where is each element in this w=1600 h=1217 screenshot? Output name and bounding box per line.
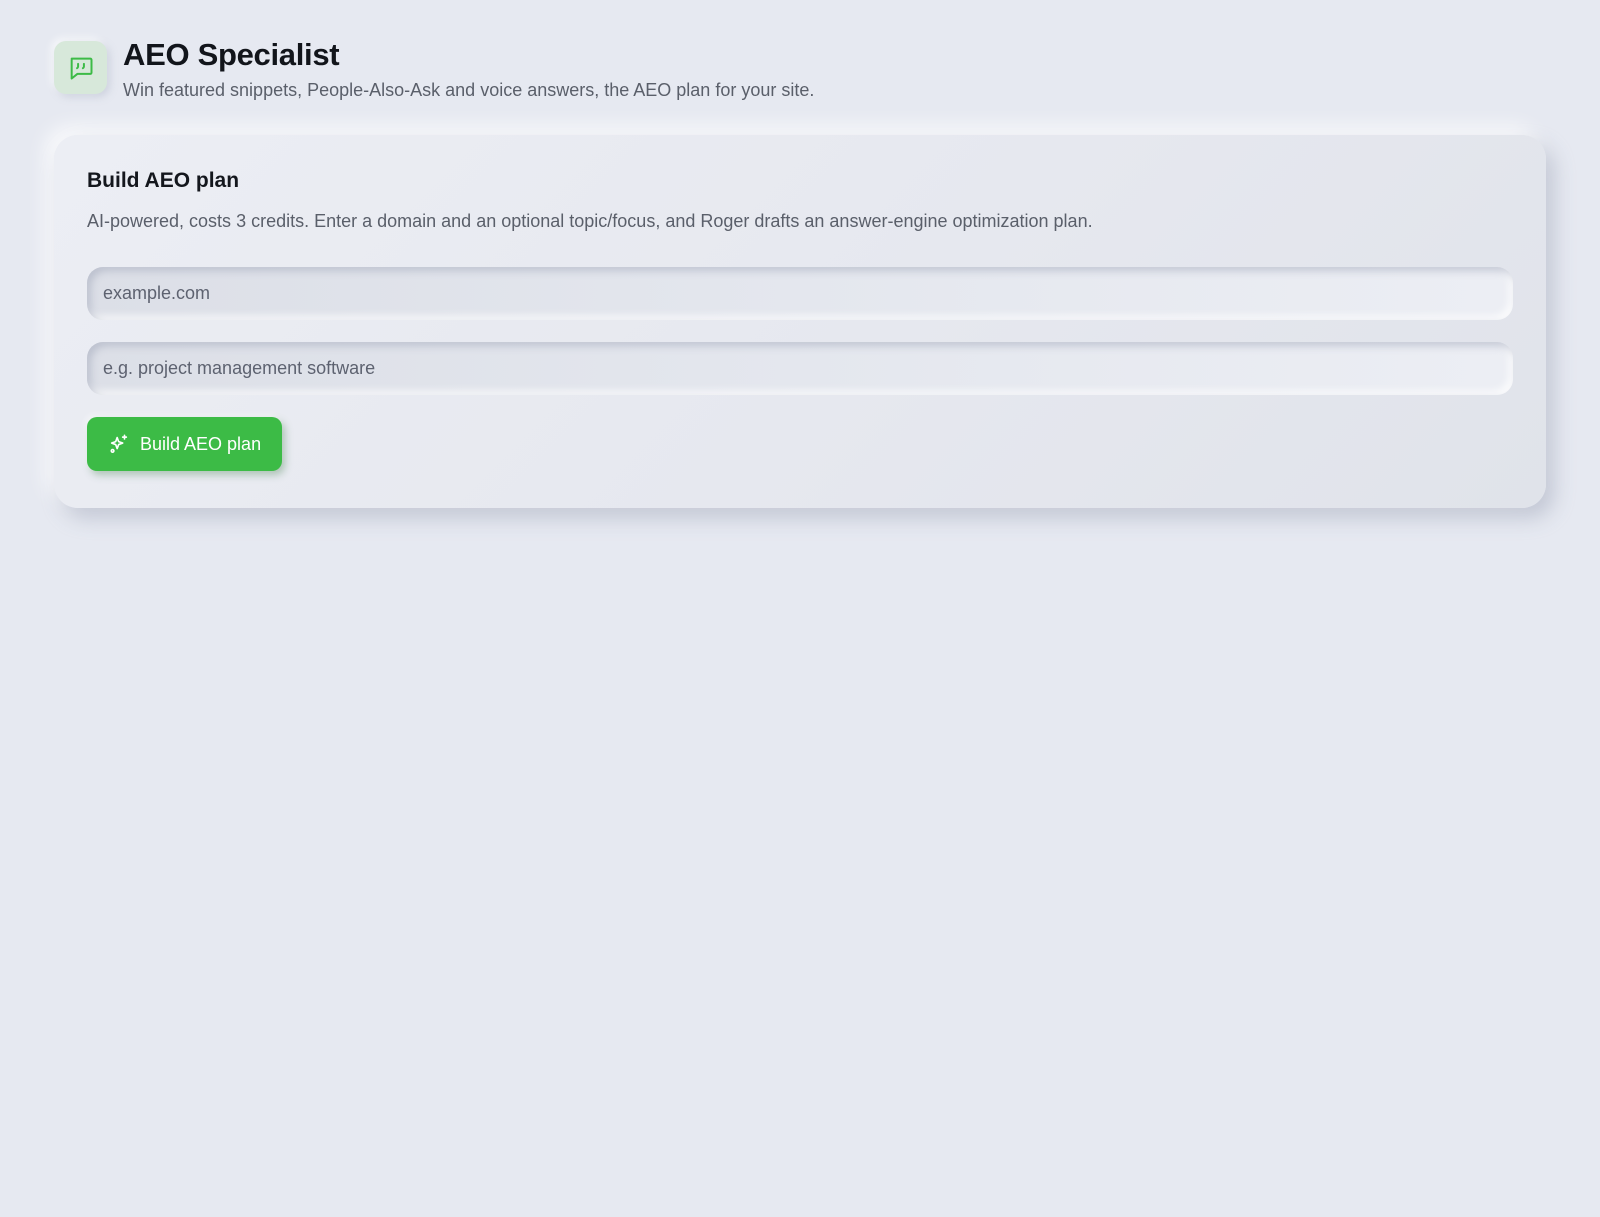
page-subtitle: Win featured snippets, People-Also-Ask a… — [123, 80, 815, 101]
build-aeo-plan-button[interactable]: Build AEO plan — [87, 417, 283, 471]
page: AEO Specialist Win featured snippets, Pe… — [0, 0, 1600, 1217]
build-aeo-plan-card: Build AEO plan AI-powered, costs 3 credi… — [54, 135, 1546, 508]
domain-input[interactable] — [87, 267, 1513, 320]
sparkles-icon — [108, 433, 130, 455]
page-title: AEO Specialist — [123, 37, 340, 72]
build-aeo-plan-label: Build AEO plan — [140, 433, 262, 454]
card-description: AI-powered, costs 3 credits. Enter a dom… — [87, 211, 1093, 231]
message-quote-icon — [54, 41, 107, 94]
card-title: Build AEO plan — [87, 169, 240, 192]
page-header: AEO Specialist Win featured snippets, Pe… — [54, 37, 1546, 101]
topic-input[interactable] — [87, 342, 1513, 395]
